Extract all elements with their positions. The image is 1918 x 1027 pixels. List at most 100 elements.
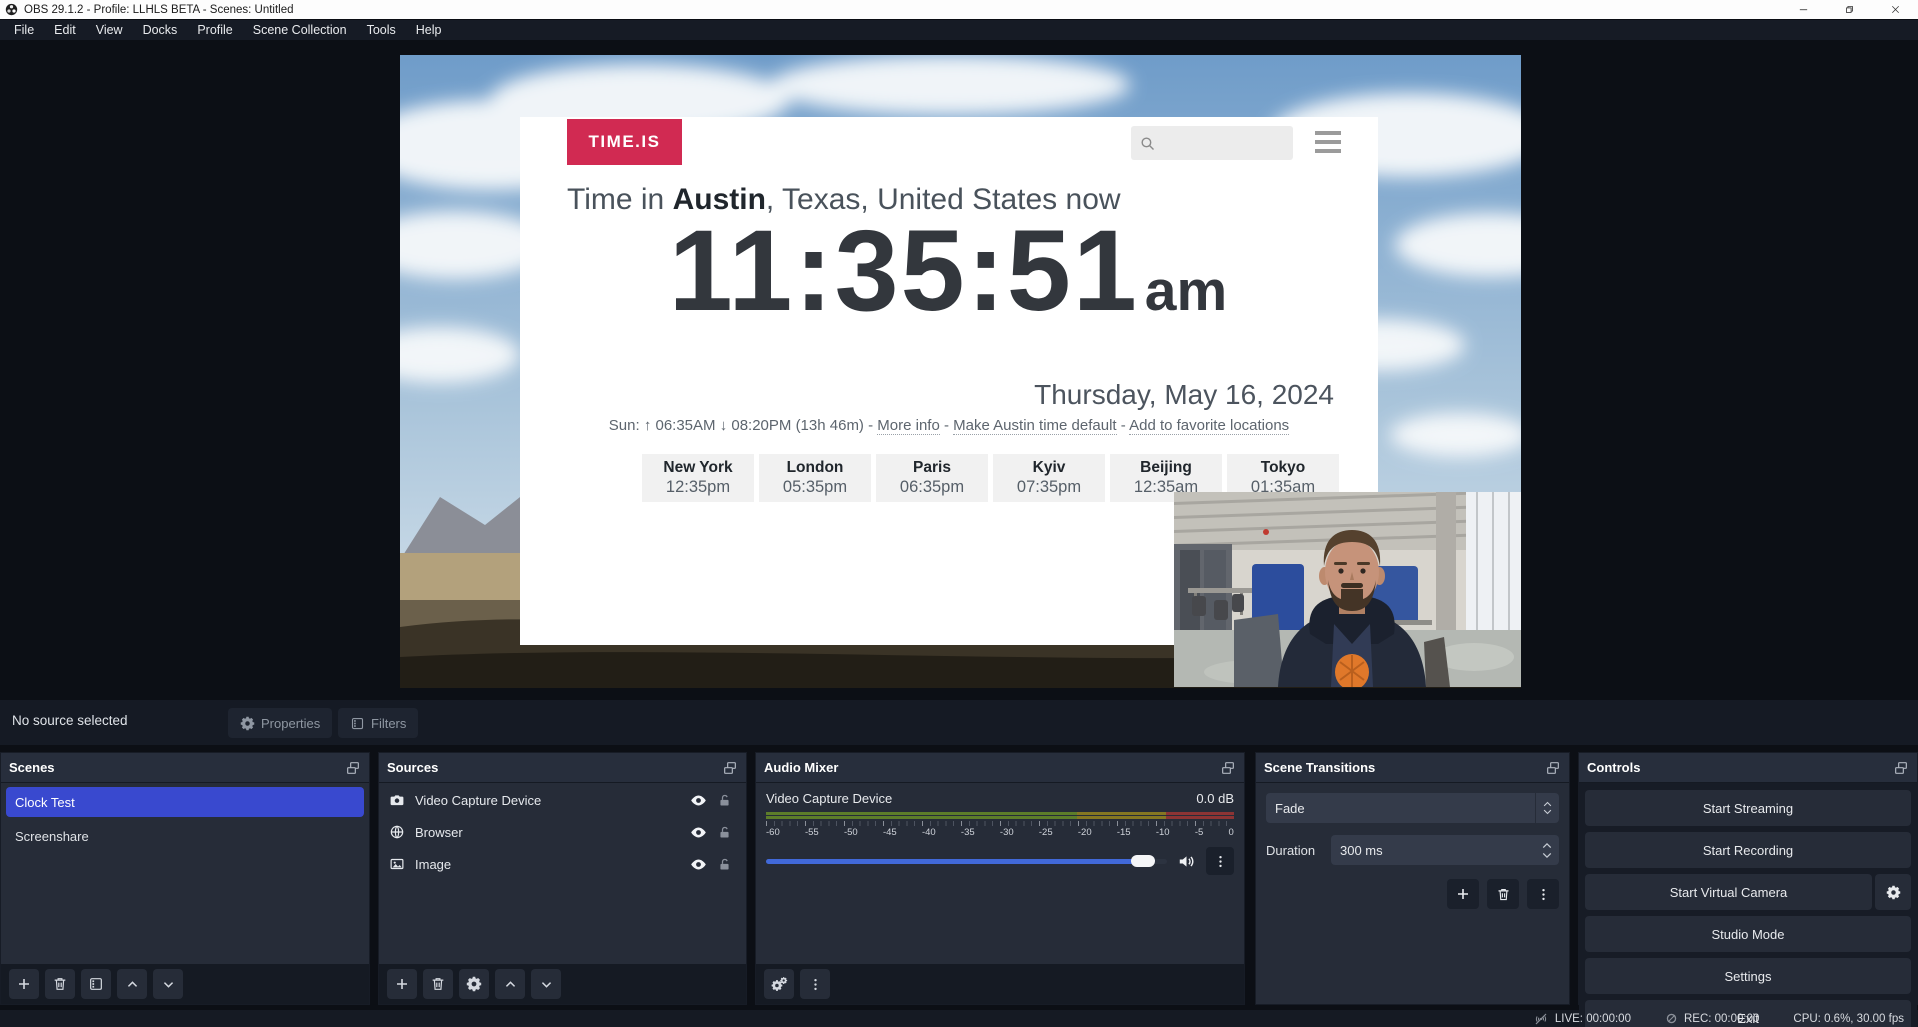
scenes-panel-header[interactable]: Scenes — [1, 753, 369, 783]
menu-file[interactable]: File — [4, 20, 44, 41]
city-cell: Paris06:35pm — [876, 454, 988, 502]
make-default-link: Make Austin time default — [953, 417, 1116, 435]
eye-icon[interactable] — [690, 792, 707, 809]
speaker-icon[interactable] — [1177, 852, 1196, 871]
source-properties-button[interactable] — [459, 969, 489, 999]
mixer-channel-level: 0.0 dB — [1196, 791, 1234, 806]
advanced-audio-button[interactable] — [764, 969, 794, 999]
search-icon — [1139, 135, 1156, 152]
chevron-down-icon — [1543, 809, 1552, 815]
trash-icon — [52, 976, 68, 992]
status-bar: LIVE: 00:00:00 REC: 00:00:00 CPU: 0.6%, … — [0, 1010, 1918, 1027]
virtual-camera-config-button[interactable] — [1875, 874, 1911, 910]
source-selection-bar: No source selected Properties Filters — [0, 700, 1918, 745]
properties-button[interactable]: Properties — [228, 708, 332, 738]
chevron-down-icon — [161, 977, 176, 992]
transition-select[interactable]: Fade — [1266, 793, 1559, 823]
more-info-link: More info — [877, 417, 940, 435]
sources-panel-header[interactable]: Sources — [379, 753, 746, 783]
city-cell: Kyiv07:35pm — [993, 454, 1105, 502]
start-streaming-button[interactable]: Start Streaming — [1585, 790, 1911, 826]
menu-view[interactable]: View — [86, 20, 133, 41]
controls-header[interactable]: Controls — [1579, 753, 1917, 783]
preview-workspace: TIME.IS Time in Austin, Texas, United St… — [0, 40, 1918, 700]
start-recording-button[interactable]: Start Recording — [1585, 832, 1911, 868]
gear-icon — [240, 716, 255, 731]
scene-move-up-button[interactable] — [117, 969, 147, 999]
remove-scene-button[interactable] — [45, 969, 75, 999]
scene-move-down-button[interactable] — [153, 969, 183, 999]
source-item-browser[interactable]: Browser — [379, 817, 746, 847]
kebab-menu-icon — [808, 977, 823, 992]
eye-icon[interactable] — [690, 856, 707, 873]
duration-spinbox[interactable]: 300 ms — [1331, 835, 1559, 865]
cpu-fps-stats: CPU: 0.6%, 30.00 fps — [1793, 1013, 1904, 1025]
filters-button[interactable]: Filters — [338, 708, 418, 738]
popout-icon — [1545, 760, 1561, 776]
trash-icon — [1496, 887, 1511, 902]
plus-icon — [394, 976, 410, 992]
mixer-toolbar — [756, 964, 1244, 1004]
selection-status: No source selected — [12, 713, 128, 728]
remove-transition-button[interactable] — [1487, 879, 1519, 909]
source-item-image[interactable]: Image — [379, 849, 746, 879]
filter-icon — [88, 976, 104, 992]
audio-mixer-header[interactable]: Audio Mixer — [756, 753, 1244, 783]
window-titlebar: OBS 29.1.2 - Profile: LLHLS BETA - Scene… — [0, 0, 1918, 19]
menu-edit[interactable]: Edit — [44, 20, 86, 41]
mixer-menu-button[interactable] — [800, 969, 830, 999]
menu-scene-collection[interactable]: Scene Collection — [243, 20, 357, 41]
audio-mixer-panel: Audio Mixer Video Capture Device 0.0 dB … — [755, 752, 1245, 1005]
source-item-video-capture[interactable]: Video Capture Device — [379, 785, 746, 815]
rec-time: REC: 00:00:00 — [1684, 1013, 1759, 1025]
menu-help[interactable]: Help — [406, 20, 452, 41]
popout-icon — [1893, 760, 1909, 776]
source-move-down-button[interactable] — [531, 969, 561, 999]
scene-transitions-panel: Scene Transitions Fade Duration 300 ms — [1255, 752, 1570, 1005]
transitions-header[interactable]: Scene Transitions — [1256, 753, 1569, 783]
start-virtual-camera-button[interactable]: Start Virtual Camera — [1585, 874, 1872, 910]
preview-canvas[interactable]: TIME.IS Time in Austin, Texas, United St… — [400, 55, 1521, 688]
plus-icon — [1455, 886, 1471, 902]
add-scene-button[interactable] — [9, 969, 39, 999]
lock-open-icon[interactable] — [717, 793, 732, 808]
remove-source-button[interactable] — [423, 969, 453, 999]
popout-icon — [345, 760, 361, 776]
scene-filters-button[interactable] — [81, 969, 111, 999]
close-button[interactable] — [1872, 0, 1918, 19]
transition-menu-button[interactable] — [1527, 879, 1559, 909]
lock-open-icon[interactable] — [717, 825, 732, 840]
menu-tools[interactable]: Tools — [357, 20, 406, 41]
city-cell: New York12:35pm — [642, 454, 754, 502]
add-transition-button[interactable] — [1447, 879, 1479, 909]
combo-arrows[interactable] — [1535, 793, 1559, 823]
trash-icon — [430, 976, 446, 992]
window-title: OBS 29.1.2 - Profile: LLHLS BETA - Scene… — [24, 4, 294, 16]
studio-mode-button[interactable]: Studio Mode — [1585, 916, 1911, 952]
mixer-channel-menu-button[interactable] — [1206, 847, 1234, 875]
add-source-button[interactable] — [387, 969, 417, 999]
timeis-date: Thursday, May 16, 2024 — [1034, 379, 1334, 411]
menu-docks[interactable]: Docks — [133, 20, 188, 41]
webcam-video-source[interactable] — [1174, 492, 1521, 687]
gear-icon — [466, 976, 482, 992]
settings-button[interactable]: Settings — [1585, 958, 1911, 994]
minimize-button[interactable] — [1780, 0, 1826, 19]
spin-down-button[interactable] — [1542, 852, 1552, 859]
volume-slider-handle[interactable] — [1131, 855, 1155, 867]
menu-bar: File Edit View Docks Profile Scene Colle… — [0, 19, 1918, 40]
menu-profile[interactable]: Profile — [187, 20, 242, 41]
signal-slash-icon — [1533, 1011, 1549, 1027]
source-move-up-button[interactable] — [495, 969, 525, 999]
timeis-logo: TIME.IS — [567, 119, 682, 165]
eye-icon[interactable] — [690, 824, 707, 841]
spin-up-button[interactable] — [1542, 842, 1552, 849]
live-time: LIVE: 00:00:00 — [1555, 1013, 1631, 1025]
gear-icon — [1886, 885, 1901, 900]
scene-item-clock-test[interactable]: Clock Test — [6, 787, 364, 817]
volume-slider[interactable] — [766, 859, 1167, 864]
maximize-button[interactable] — [1826, 0, 1872, 19]
popout-icon — [1220, 760, 1236, 776]
lock-open-icon[interactable] — [717, 857, 732, 872]
scene-item-screenshare[interactable]: Screenshare — [6, 821, 364, 851]
